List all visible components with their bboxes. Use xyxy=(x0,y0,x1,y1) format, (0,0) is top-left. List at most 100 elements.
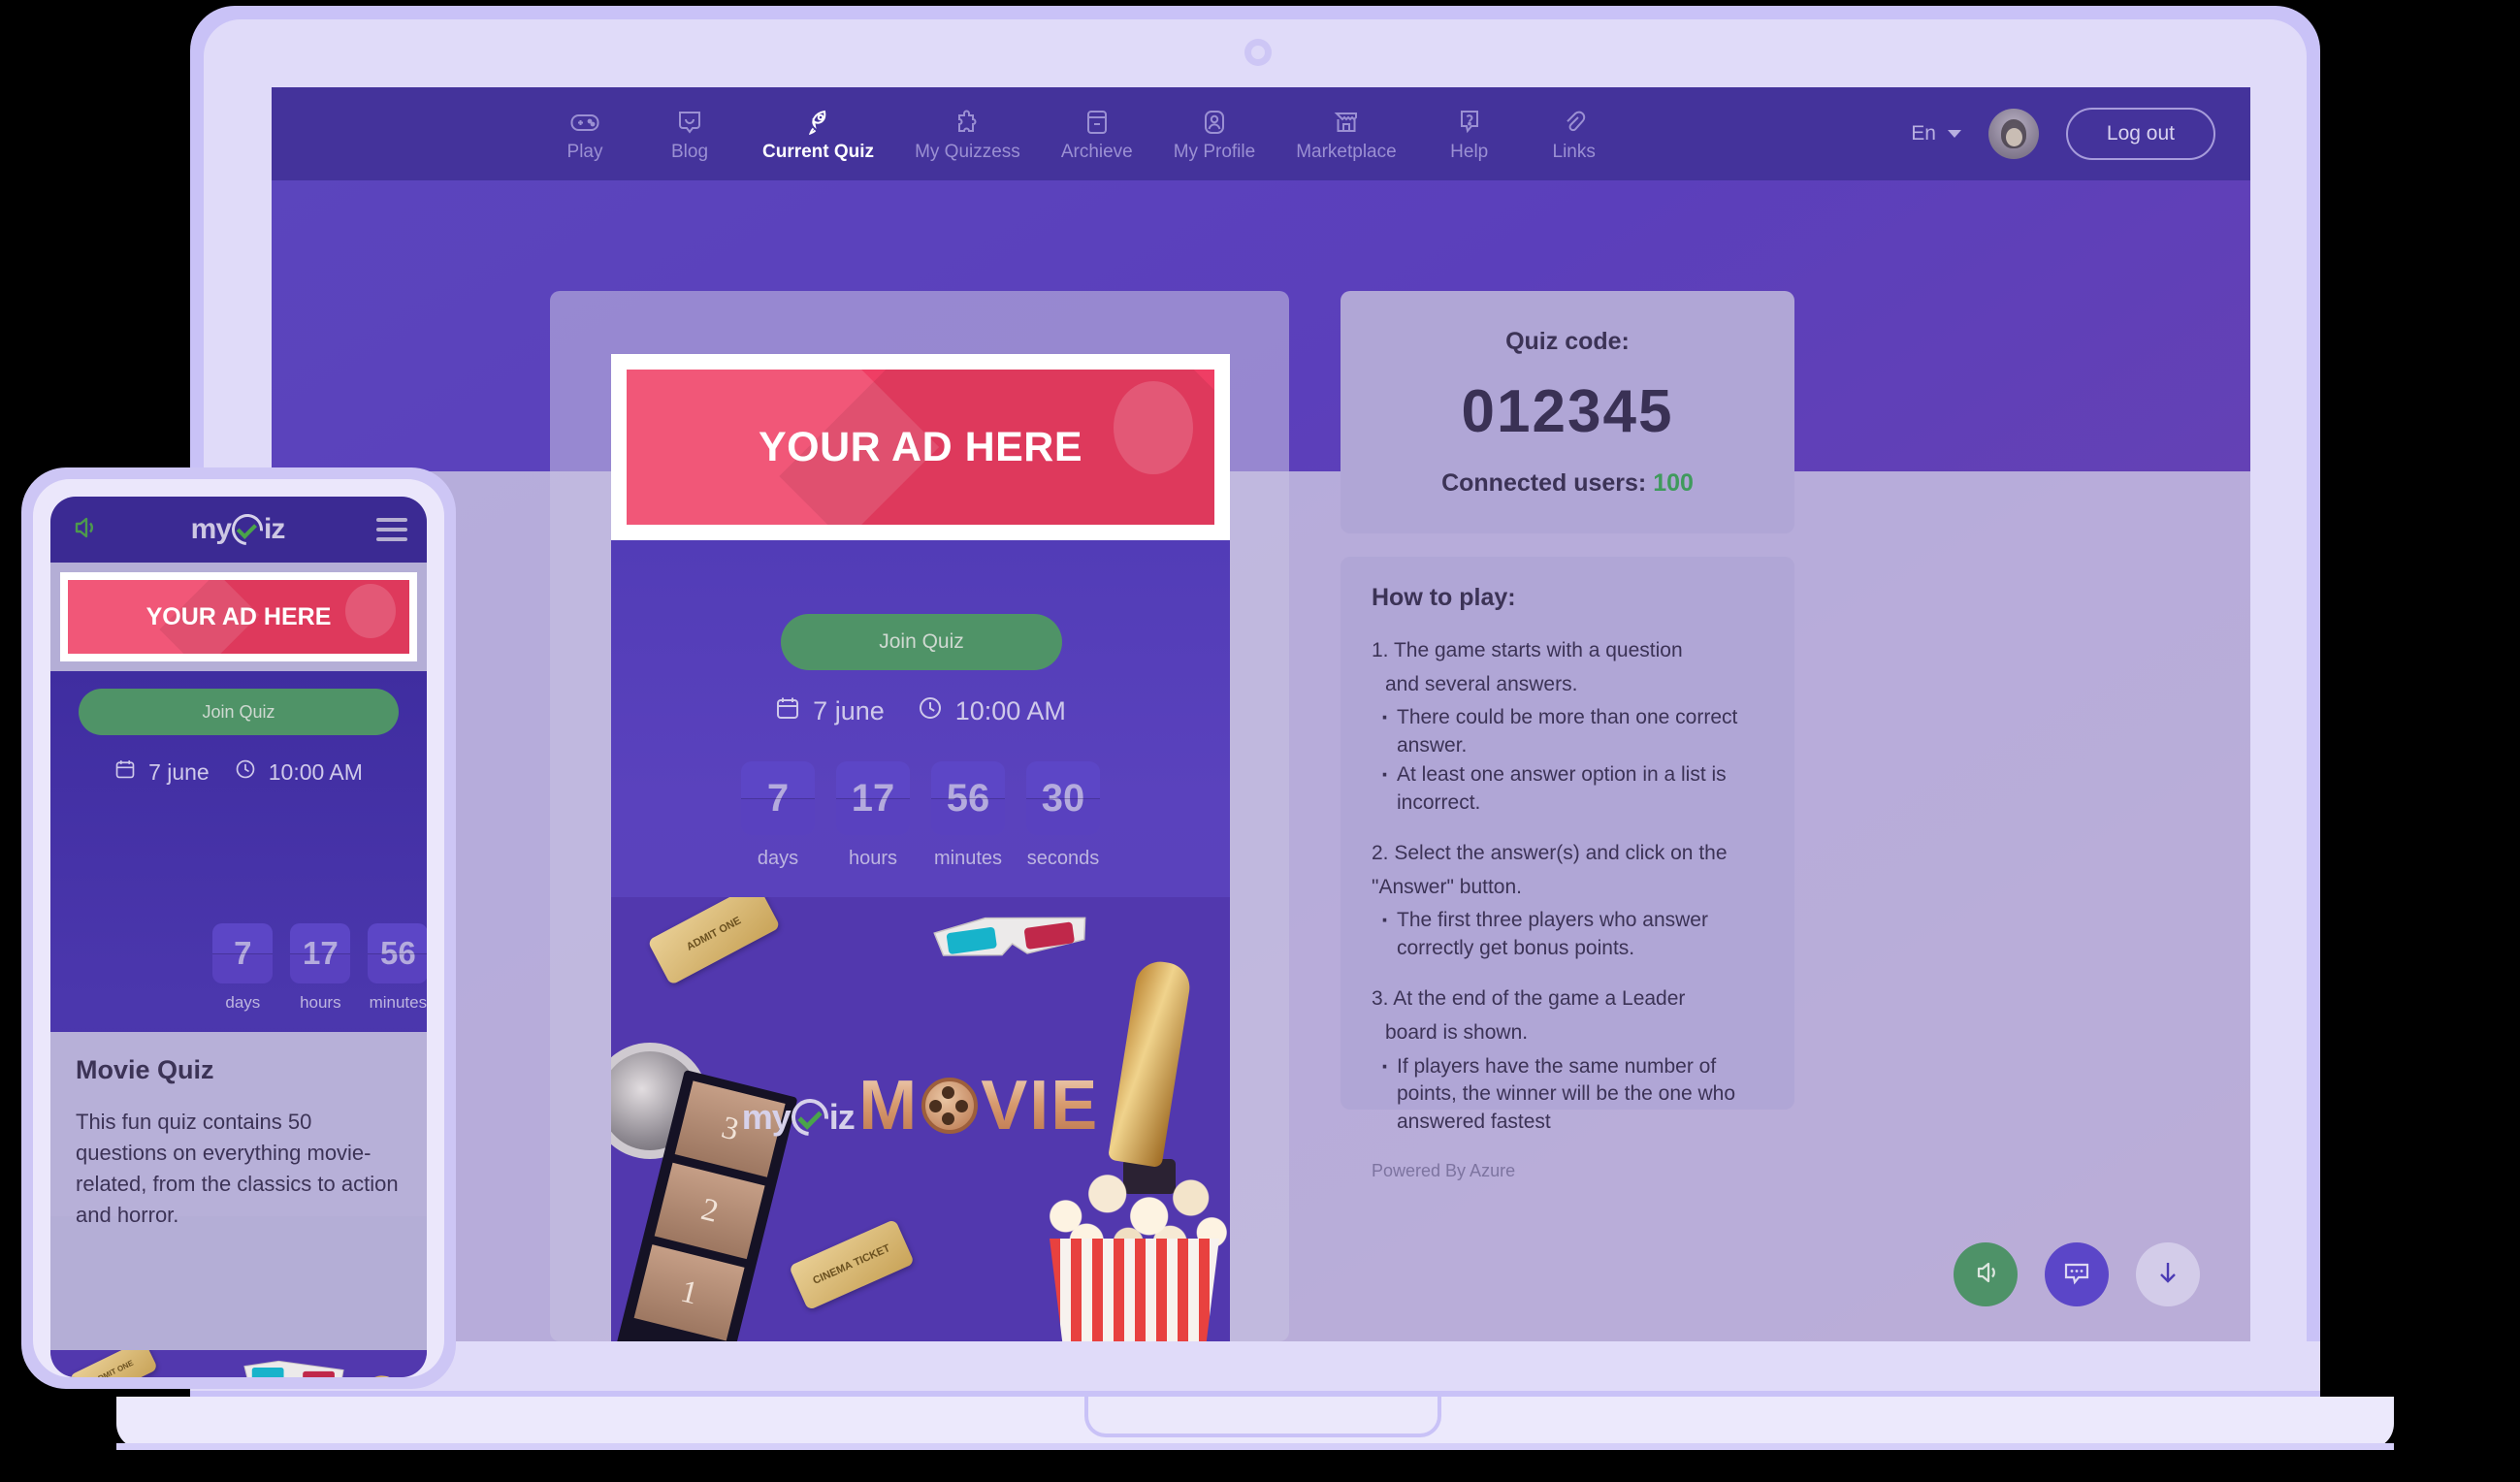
countdown-label: minutes xyxy=(370,993,427,1013)
sound-icon[interactable] xyxy=(70,513,99,547)
archive-box-icon xyxy=(1085,107,1109,138)
how-to-play-step-3-sub-1: If players have the same number of point… xyxy=(1372,1053,1763,1137)
logo-suffix: iz xyxy=(264,513,284,546)
nav-label: Help xyxy=(1450,143,1488,161)
phone-navigation-bar: my iz xyxy=(50,497,427,563)
quiz-date: 7 june xyxy=(775,695,885,727)
countdown-value: 17 xyxy=(290,923,350,983)
nav-item-my-profile[interactable]: My Profile xyxy=(1174,107,1255,161)
countdown-cell-minutes: 56 minutes xyxy=(931,761,1005,870)
nav-label: Marketplace xyxy=(1296,143,1397,161)
movie-hero-artwork: ADMIT ONE CINEMA TICKET xyxy=(611,897,1230,1341)
calendar-icon xyxy=(775,695,800,727)
logout-button[interactable]: Log out xyxy=(2066,108,2215,160)
ticket-label: ADMIT ONE xyxy=(92,1358,136,1377)
ticket-icon: ADMIT ONE xyxy=(647,897,780,985)
phone-quiz-date-label: 7 june xyxy=(148,759,210,786)
phone-quiz-time-label: 10:00 AM xyxy=(269,759,363,786)
avatar[interactable] xyxy=(1988,109,2039,159)
nav-label: My Quizzess xyxy=(915,143,1020,161)
countdown-value: 30 xyxy=(1026,761,1100,835)
countdown-label: hours xyxy=(300,993,341,1013)
countdown-value: 17 xyxy=(836,761,910,835)
nav-item-current-quiz[interactable]: Current Quiz xyxy=(762,107,874,161)
nav-item-play[interactable]: Play xyxy=(553,107,617,161)
oscar-statue-icon xyxy=(359,1375,392,1377)
ad-banner[interactable]: YOUR AD HERE xyxy=(627,370,1214,525)
nav-label: Links xyxy=(1553,143,1596,161)
ad-text: YOUR AD HERE xyxy=(146,603,332,631)
how-to-play-step-3: 3. At the end of the game a Leader xyxy=(1372,985,1763,1014)
sound-icon xyxy=(1970,1257,2001,1293)
phone-ad-wrapper: YOUR AD HERE xyxy=(50,563,427,671)
how-to-play-step-1-sub-1: There could be more than one correct ans… xyxy=(1372,704,1763,759)
rocket-icon xyxy=(805,107,832,138)
ad-banner-frame: YOUR AD HERE xyxy=(611,354,1230,540)
store-icon xyxy=(1333,107,1360,138)
spacer xyxy=(1372,964,1763,985)
ticket-label: CINEMA TICKET xyxy=(811,1241,892,1288)
phone-ad-banner[interactable]: YOUR AD HERE xyxy=(68,580,409,654)
laptop-camera-lens-icon xyxy=(1251,46,1265,59)
countdown-cell-hours: 17 hours xyxy=(836,761,910,870)
sound-fab-button[interactable] xyxy=(1954,1242,2018,1306)
laptop-screen: Play Blog xyxy=(272,87,2250,1341)
quiz-code-label: Quiz code: xyxy=(1505,328,1630,356)
quiz-date-label: 7 june xyxy=(813,696,885,726)
quiz-time: 10:00 AM xyxy=(918,695,1066,727)
laptop-bottom-line xyxy=(116,1443,2394,1450)
3d-glasses-icon xyxy=(241,1358,347,1377)
countdown-cell-hours: 17 hours xyxy=(290,923,350,1013)
logo-suffix: iz xyxy=(829,1097,855,1138)
film-frame: 2 xyxy=(655,1163,765,1259)
phone-join-quiz-button[interactable]: Join Quiz xyxy=(79,689,399,735)
chat-fab-button[interactable] xyxy=(2045,1242,2109,1306)
nav-item-marketplace[interactable]: Marketplace xyxy=(1296,107,1397,161)
nav-item-blog[interactable]: Blog xyxy=(658,107,722,161)
nav-items-group: Play Blog xyxy=(553,107,1606,161)
nav-label: Play xyxy=(567,143,603,161)
film-frame: 1 xyxy=(634,1244,745,1340)
nav-label: Current Quiz xyxy=(762,143,874,161)
quiz-datetime: 7 june 10:00 AM xyxy=(611,695,1230,727)
join-quiz-button[interactable]: Join Quiz xyxy=(781,614,1062,670)
countdown-value: 56 xyxy=(368,923,427,983)
language-label: En xyxy=(1911,122,1936,145)
how-to-play-step-2-sub-1: The first three players who answer corre… xyxy=(1372,907,1763,962)
paperclip-icon xyxy=(1562,107,1587,138)
popcorn-bucket-icon xyxy=(1050,1239,1219,1341)
countdown-value: 7 xyxy=(741,761,815,835)
hero-logo-group: my iz M VIE xyxy=(611,1050,1230,1145)
quiz-preview-card: YOUR AD HERE Join Quiz xyxy=(550,291,1289,1341)
how-to-play-step-3-cont: board is shown. xyxy=(1372,1019,1763,1047)
clock-icon xyxy=(918,695,943,727)
phone-screen: my iz YOUR AD HERE Join Quiz xyxy=(50,497,427,1377)
nav-item-help[interactable]: Help xyxy=(1438,107,1502,161)
scroll-down-fab-button[interactable] xyxy=(2136,1242,2200,1306)
countdown-label: seconds xyxy=(1027,848,1100,870)
phone-ad-frame: YOUR AD HERE xyxy=(60,572,417,661)
powered-by-label: Powered By Azure xyxy=(1372,1161,1763,1181)
movie-letters-vie: VIE xyxy=(981,1066,1099,1145)
ticket-icon: ADMIT ONE xyxy=(69,1350,158,1377)
nav-item-my-quizzess[interactable]: My Quizzess xyxy=(915,107,1020,161)
nav-item-links[interactable]: Links xyxy=(1542,107,1606,161)
how-to-play-step-1-cont: and several answers. xyxy=(1372,671,1763,699)
how-to-play-card: How to play: 1. The game starts with a q… xyxy=(1341,557,1794,1110)
myquiz-logo: my iz xyxy=(742,1097,855,1138)
how-to-play-step-1: 1. The game starts with a question xyxy=(1372,637,1763,665)
countdown-label: hours xyxy=(849,848,897,870)
nav-item-archieve[interactable]: Archieve xyxy=(1061,107,1133,161)
how-to-play-step-2-cont: "Answer" button. xyxy=(1372,874,1763,902)
laptop-trackpad-notch xyxy=(1084,1397,1441,1437)
screenshot-stage: Play Blog xyxy=(0,0,2520,1482)
nav-label: Archieve xyxy=(1061,143,1133,161)
phone-quiz-time: 10:00 AM xyxy=(235,758,363,786)
hamburger-menu-icon[interactable] xyxy=(376,518,407,541)
chevron-down-icon xyxy=(1948,130,1961,138)
how-to-play-step-1-sub-2: At least one answer option in a list is … xyxy=(1372,761,1763,817)
phone-countdown-timer: 7 days 17 hours 56 minutes 30 seconds xyxy=(50,923,427,1013)
phone-movie-hero-artwork: ADMIT ONE CINEMA TICKET 3 2 1 xyxy=(50,1350,427,1377)
quiz-code-value: 012345 xyxy=(1462,377,1674,446)
language-selector[interactable]: En xyxy=(1911,122,1961,145)
